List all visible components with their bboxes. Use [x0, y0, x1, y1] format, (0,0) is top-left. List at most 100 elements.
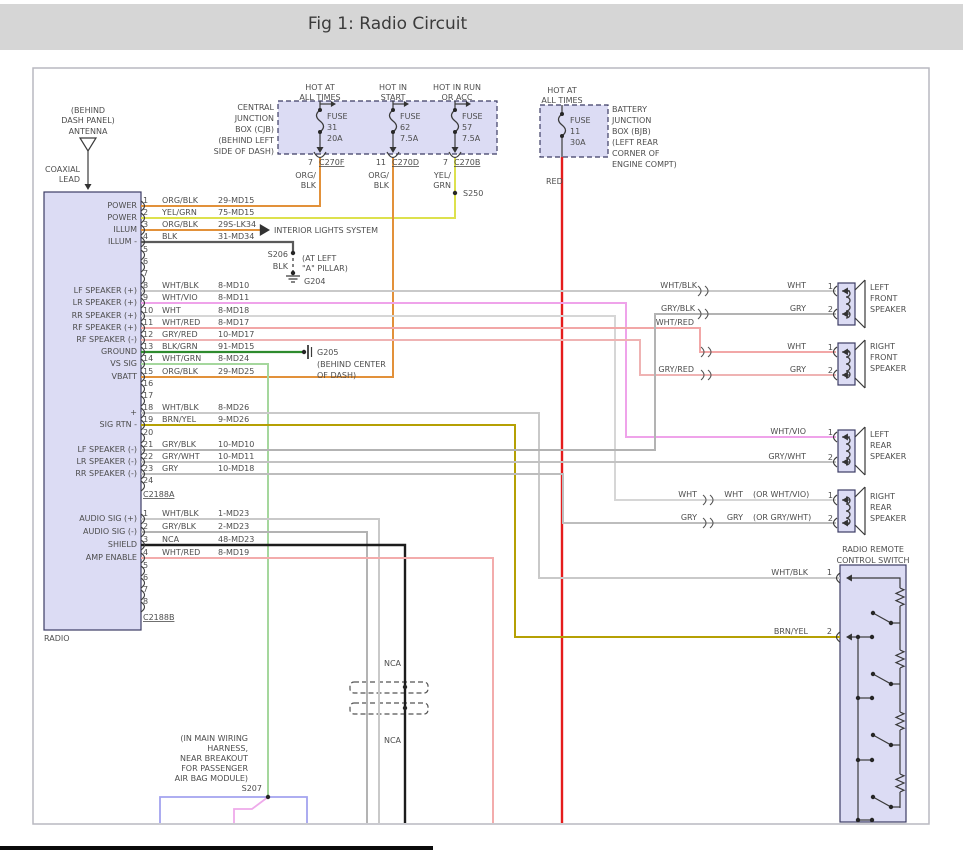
- circuit-number-label: 29S-LK34: [218, 220, 256, 229]
- circuit-number-label: 75-MD15: [218, 208, 254, 217]
- wire-color-label: WHT/BLK: [162, 403, 199, 412]
- diagram-label: 1: [828, 428, 833, 437]
- diagram-label: C270F: [319, 158, 345, 167]
- diagram-label: SPEAKER: [870, 514, 907, 523]
- diagram-label: JUNCTION: [234, 114, 274, 123]
- diagram-label: ALL TIMES: [541, 96, 582, 105]
- diagram-label: COAXIAL: [45, 165, 81, 174]
- circuit-number-label: 8-MD17: [218, 318, 249, 327]
- pin-number: 7: [143, 585, 148, 594]
- radio-pin-function-label: AUDIO SIG (-): [83, 527, 137, 536]
- diagram-label: WHT/BLK: [660, 281, 697, 290]
- diagram-label: BLK: [301, 181, 317, 190]
- junction-dot: [870, 758, 874, 762]
- junction-dot: [856, 696, 860, 700]
- pin-number: 12: [143, 330, 153, 339]
- circuit-number-label: 8-MD19: [218, 548, 249, 557]
- diagram-label: SIDE OF DASH): [214, 147, 274, 156]
- junction-dot: [266, 795, 270, 799]
- fuse-terminal-dot: [318, 130, 322, 134]
- fuse-terminal-dot: [391, 130, 395, 134]
- diagram-label: AIR BAG MODULE): [175, 774, 248, 783]
- diagram-label: 11: [570, 127, 580, 136]
- pin-number: 1: [143, 196, 148, 205]
- diagram-label: ALL TIMES: [299, 93, 340, 102]
- radio-pin-function-label: RF SPEAKER (+): [73, 323, 137, 332]
- diagram-label: 2: [827, 627, 832, 636]
- pin-number: 3: [143, 220, 148, 229]
- pin-number: 22: [143, 452, 153, 461]
- diagram-label: FRONT: [870, 294, 897, 303]
- junction-dot: [856, 635, 860, 639]
- diagram-label: WHT: [787, 342, 806, 351]
- circuit-number-label: 10-MD18: [218, 464, 254, 473]
- diagram-label: REAR: [870, 503, 892, 512]
- diagram-label: 2: [828, 453, 833, 462]
- fuse-terminal-dot: [318, 108, 322, 112]
- circuit-number-label: 10-MD17: [218, 330, 254, 339]
- circuit-number-label: 29-MD25: [218, 367, 254, 376]
- radio-pin-function-label: SHIELD: [108, 540, 137, 549]
- circuit-number-label: 10-MD10: [218, 440, 254, 449]
- diagram-label: 2: [828, 366, 833, 375]
- circuit-number-label: 1-MD23: [218, 509, 249, 518]
- wire-color-label: ORG/BLK: [162, 220, 199, 229]
- radio-pin-function-label: LF SPEAKER (+): [74, 286, 137, 295]
- diagram-label: ANTENNA: [69, 127, 108, 136]
- diagram-label: FUSE: [570, 116, 591, 125]
- diagram-label: 57: [462, 123, 472, 132]
- diagram-label: WHT/RED: [656, 318, 694, 327]
- wire-color-label: ORG/BLK: [162, 196, 199, 205]
- diagram-label: 1: [827, 568, 832, 577]
- diagram-label: FUSE: [400, 112, 421, 121]
- pin-number: 4: [143, 232, 148, 241]
- junction-dot: [291, 251, 295, 255]
- wire-color-label: GRY/BLK: [162, 440, 197, 449]
- diagram-label: JUNCTION: [611, 116, 651, 125]
- junction-dot: [870, 635, 874, 639]
- diagram-label: GRY: [790, 304, 806, 313]
- diagram-label: ORG/: [295, 171, 316, 180]
- wire-color-label: NCA: [162, 535, 180, 544]
- pin-number: 3: [143, 535, 148, 544]
- circuit-number-label: 91-MD15: [218, 342, 254, 351]
- diagram-label: (OR GRY/WHT): [753, 513, 811, 522]
- pin-number: 17: [143, 391, 153, 400]
- circuit-number-label: 10-MD11: [218, 452, 254, 461]
- radio-remote-switch-box: [840, 565, 906, 822]
- diagram-label: CORNER OF: [612, 149, 660, 158]
- diagram-label: C2188A: [143, 490, 175, 499]
- diagram-label: 2: [828, 514, 833, 523]
- pin-number: 7: [143, 269, 148, 278]
- junction-dot: [889, 805, 893, 809]
- diagram-label: C270D: [392, 158, 419, 167]
- pin-number: 21: [143, 440, 153, 449]
- pin-number: 6: [143, 573, 148, 582]
- diagram-label: RED: [546, 177, 563, 186]
- junction-dot: [856, 758, 860, 762]
- wire-color-label: WHT/RED: [162, 548, 200, 557]
- circuit-number-label: 8-MD26: [218, 403, 249, 412]
- wire-color-label: YEL/GRN: [161, 208, 197, 217]
- radio-pin-function-label: AUDIO SIG (+): [79, 514, 137, 523]
- pin-number: 24: [143, 476, 153, 485]
- junction-dot: [403, 706, 407, 710]
- pin-number: 20: [143, 428, 153, 437]
- diagram-label: 20A: [327, 134, 343, 143]
- diagram-label: WHT/VIO: [770, 427, 806, 436]
- diagram-label: 1: [828, 491, 833, 500]
- pin-number: 8: [143, 281, 148, 290]
- pin-number: 5: [143, 561, 148, 570]
- diagram-label: G205: [317, 348, 338, 357]
- wiring-diagram-page: Fig 1: Radio Circuit 1ORG/BLK29-MD152YEL…: [0, 0, 963, 852]
- radio-pin-function-label: LF SPEAKER (-): [77, 445, 137, 454]
- diagram-label: 2: [828, 305, 833, 314]
- diagram-label: LEFT: [870, 283, 889, 292]
- junction-dot: [856, 818, 860, 822]
- pin-number: 16: [143, 379, 153, 388]
- diagram-label: C270B: [454, 158, 480, 167]
- junction-dot: [871, 795, 875, 799]
- diagram-label: GRY/WHT: [768, 452, 806, 461]
- ground-connector-dot: [302, 350, 306, 354]
- wiring-diagram-svg: 1ORG/BLK29-MD152YEL/GRN75-MD153ORG/BLK29…: [0, 0, 963, 852]
